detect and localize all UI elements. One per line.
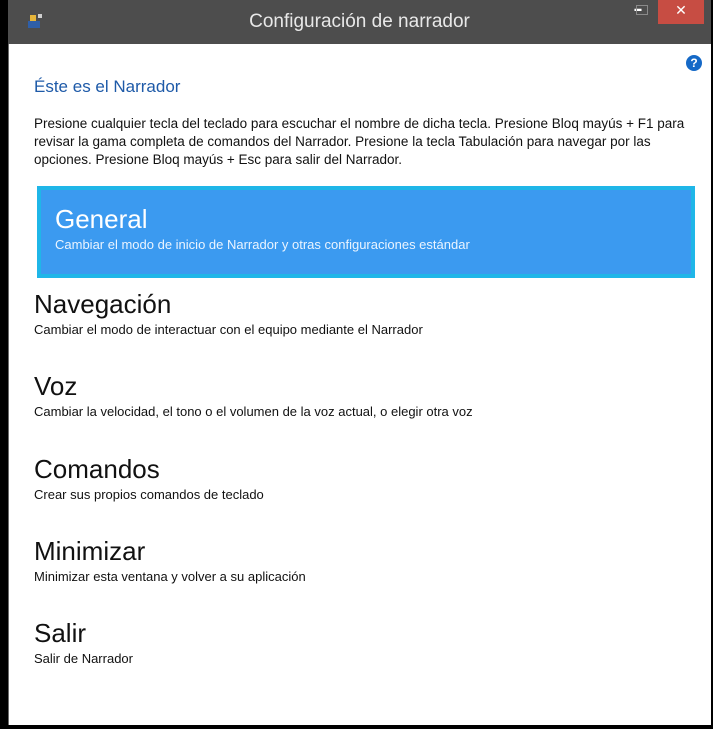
option-comandos[interactable]: Comandos Crear sus propios comandos de t… [34,454,695,503]
maximize-button[interactable] [636,5,648,15]
option-description: Crear sus propios comandos de teclado [34,487,264,502]
option-title: Navegación [34,289,172,319]
option-salir[interactable]: Salir Salir de Narrador [34,618,695,667]
narrator-settings-window: Configuración de narrador – ✕ ? Éste es … [8,0,711,729]
title-bar[interactable]: Configuración de narrador – ✕ [8,0,711,44]
option-title: General [55,204,148,234]
page-title: Éste es el Narrador [34,77,181,96]
option-description: Cambiar el modo de interactuar con el eq… [34,322,423,337]
content-area: ? Éste es el Narrador Presione cualquier… [8,44,711,729]
option-description: Minimizar esta ventana y volver a su apl… [34,569,306,584]
help-icon[interactable]: ? [686,55,702,71]
option-title: Salir [34,618,87,648]
option-description: Cambiar la velocidad, el tono o el volum… [34,404,473,419]
option-general[interactable]: General Cambiar el modo de inicio de Nar… [37,186,695,278]
window-bottom-border [8,725,711,729]
background-left-edge [0,0,8,729]
option-description: Cambiar el modo de inicio de Narrador y … [55,237,470,252]
option-title: Voz [34,371,78,401]
option-voz[interactable]: Voz Cambiar la velocidad, el tono o el v… [34,371,695,420]
option-navegacion[interactable]: Navegación Cambiar el modo de interactua… [34,289,695,338]
option-title: Minimizar [34,536,146,566]
window-title: Configuración de narrador [249,11,470,32]
option-description: Salir de Narrador [34,651,133,666]
option-minimizar[interactable]: Minimizar Minimizar esta ventana y volve… [34,536,695,585]
option-title: Comandos [34,454,160,484]
intro-text: Presione cualquier tecla del teclado par… [34,116,685,167]
close-button[interactable]: ✕ [658,0,704,24]
